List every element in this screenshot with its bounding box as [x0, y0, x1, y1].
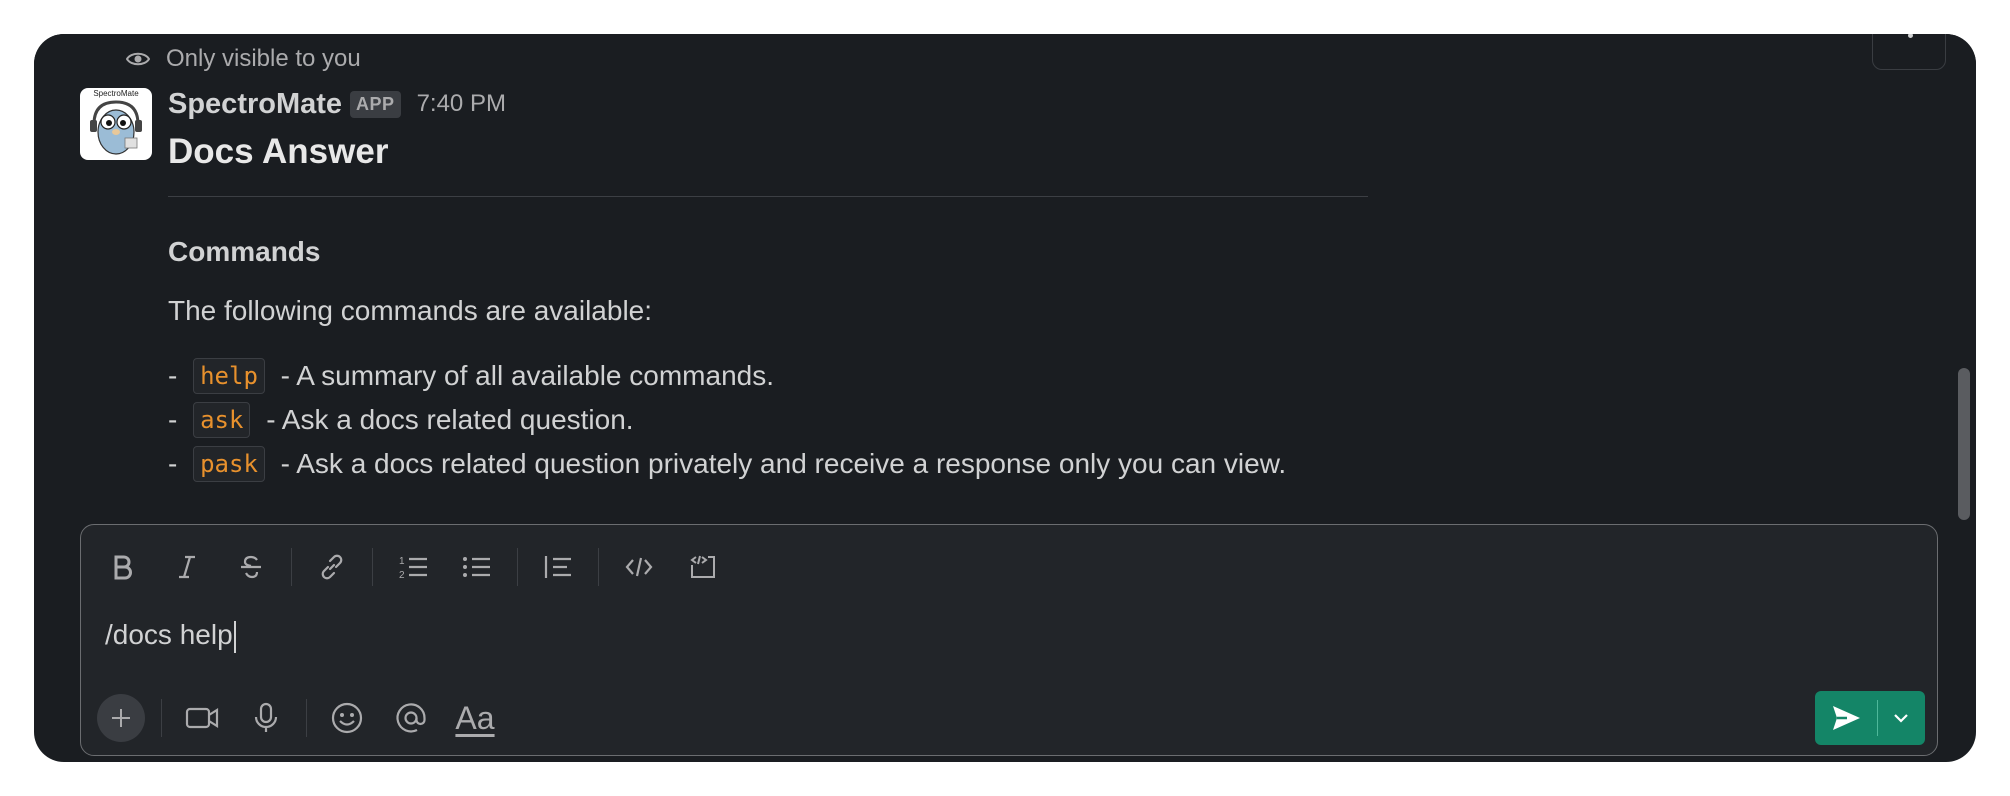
visibility-note-text: Only visible to you [166, 45, 361, 72]
gopher-avatar-icon: SpectroMate [90, 89, 142, 155]
format-text-button[interactable]: Aa [451, 694, 499, 742]
code-block-button[interactable] [679, 543, 727, 591]
toolbar-separator [291, 548, 292, 586]
mention-icon [396, 703, 426, 733]
toolbar-separator [372, 548, 373, 586]
ordered-list-button[interactable]: 12 [389, 543, 437, 591]
toolbar-separator [161, 699, 162, 737]
blockquote-button[interactable] [534, 543, 582, 591]
video-icon [185, 707, 219, 729]
bullet-list-icon [463, 557, 490, 577]
ordered-list-icon: 12 [399, 556, 427, 581]
message-area: Only visible to you SpectroMate SpectroM… [34, 34, 1976, 490]
inline-code: ask [193, 402, 251, 438]
audio-clip-button[interactable] [242, 694, 290, 742]
send-button[interactable] [1815, 691, 1877, 745]
plus-icon [112, 709, 130, 727]
inline-code: pask [193, 446, 265, 482]
chevron-down-icon [1894, 714, 1908, 723]
bold-icon [114, 555, 132, 580]
emoji-button[interactable] [323, 694, 371, 742]
composer-actions: Aa [97, 693, 515, 743]
italic-button[interactable] [163, 543, 211, 591]
message-input[interactable]: /docs help [105, 619, 236, 653]
scrollbar[interactable] [1958, 368, 1970, 520]
message-composer[interactable]: 12 /docs help Aa [80, 524, 1938, 756]
avatar-label: SpectroMate [93, 89, 139, 98]
strikethrough-button[interactable] [227, 543, 275, 591]
strikethrough-icon [241, 555, 261, 579]
code-block-icon [690, 555, 715, 578]
svg-text:1: 1 [399, 556, 405, 567]
microphone-icon [254, 702, 278, 732]
command-description: - A summary of all available commands. [272, 360, 774, 391]
slack-window: Only visible to you SpectroMate SpectroM… [34, 34, 1976, 762]
eye-icon [126, 52, 150, 66]
commands-heading: Commands [168, 236, 321, 267]
command-description: - Ask a docs related question. [258, 404, 634, 435]
bullet-list-button[interactable] [453, 543, 501, 591]
mention-button[interactable] [387, 694, 435, 742]
app-badge: APP [350, 90, 401, 118]
code-button[interactable] [615, 543, 663, 591]
link-button[interactable] [308, 543, 356, 591]
list-item: - pask - Ask a docs related question pri… [168, 442, 1286, 486]
emoji-icon [331, 702, 363, 734]
list-bullet: - [168, 360, 186, 391]
list-bullet: - [168, 448, 186, 479]
message-input-text: /docs help [105, 619, 233, 650]
bold-button[interactable] [99, 543, 147, 591]
inline-code: help [193, 358, 265, 394]
avatar[interactable]: SpectroMate [80, 88, 152, 160]
send-icon [1833, 706, 1860, 730]
link-icon [321, 554, 343, 580]
send-button-group [1815, 691, 1925, 745]
list-item: - ask - Ask a docs related question. [168, 398, 1286, 442]
command-description: - Ask a docs related question privately … [272, 448, 1287, 479]
more-actions-button[interactable] [1872, 34, 1946, 70]
message-header: SpectroMate APP 7:40 PM [168, 84, 506, 124]
attach-button[interactable] [97, 694, 145, 742]
commands-intro: The following commands are available: [168, 295, 653, 326]
toolbar-separator [306, 699, 307, 737]
message-title: Docs Answer [168, 132, 389, 171]
code-icon [625, 557, 653, 577]
message-timestamp[interactable]: 7:40 PM [417, 90, 506, 118]
list-item: - help - A summary of all available comm… [168, 354, 1286, 398]
schedule-send-button[interactable] [1878, 691, 1924, 745]
toolbar-separator [517, 548, 518, 586]
formatting-toolbar: 12 [99, 543, 743, 591]
divider [168, 196, 1368, 197]
commands-list: - help - A summary of all available comm… [168, 354, 1286, 486]
toolbar-separator [598, 548, 599, 586]
list-bullet: - [168, 404, 186, 435]
visibility-note: Only visible to you [126, 44, 361, 74]
sender-name[interactable]: SpectroMate [168, 88, 342, 121]
svg-text:2: 2 [399, 570, 405, 581]
italic-icon [179, 555, 195, 579]
video-clip-button[interactable] [178, 694, 226, 742]
text-caret [233, 620, 236, 653]
blockquote-icon [544, 556, 571, 578]
format-text-icon: Aa [455, 699, 495, 736]
